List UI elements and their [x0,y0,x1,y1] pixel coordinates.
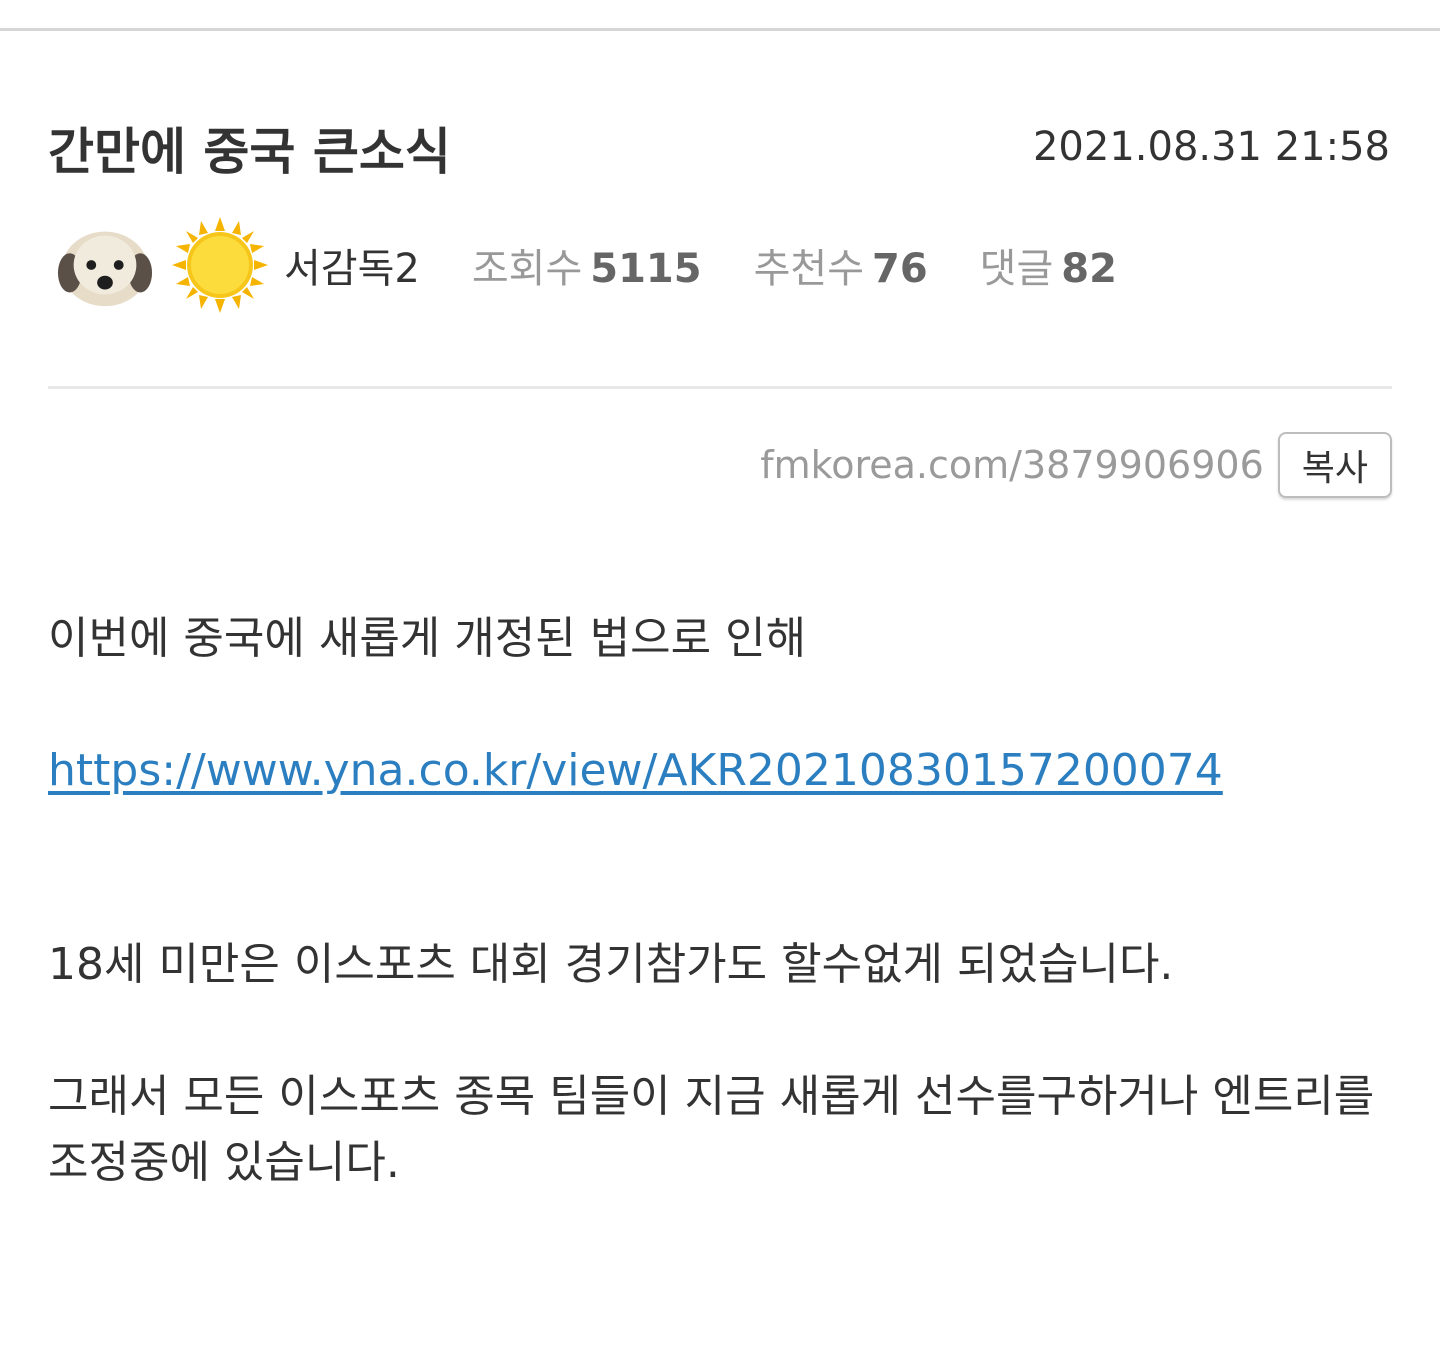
views-count: 5115 [590,246,702,292]
header-divider [48,386,1392,389]
sun-icon [172,217,268,313]
puppy-face-icon[interactable] [56,216,154,314]
content-paragraph-1: 이번에 중국에 새롭게 개정된 법으로 인해 [48,613,807,664]
recommend-count: 76 [872,246,928,292]
post-meta: 서감독2 조회수 5115 추천수 76 댓글 82 [56,215,1169,315]
views-stat: 조회수 5115 [472,236,702,294]
content-paragraph-2: 18세 미만은 이스포츠 대회 경기참가도 할수없게 되었습니다. [48,939,1174,990]
post-date: 2021.08.31 21:58 [1032,124,1390,170]
short-url[interactable]: fmkorea.com/3879906906 [760,443,1264,487]
copy-button[interactable]: 복사 [1277,432,1392,498]
article-link[interactable]: https://www.yna.co.kr/view/AKR2021083015… [48,738,1223,804]
comments-stat[interactable]: 댓글 82 [980,236,1117,294]
post-title: 간만에 중국 큰소식 [48,123,451,181]
content-paragraph-3: 그래서 모든 이스포츠 종목 팀들이 지금 새롭게 선수를구하거나 엔트리를 조… [48,1071,1375,1188]
short-url-row: fmkorea.com/3879906906 복사 [760,432,1392,498]
comments-label: 댓글 [979,246,1054,292]
top-border [0,28,1440,31]
author-name[interactable]: 서감독2 [284,236,420,294]
recommend-label: 추천수 [753,246,864,292]
comments-count: 82 [1061,246,1117,292]
recommend-stat: 추천수 76 [754,236,928,294]
views-label: 조회수 [471,246,583,292]
